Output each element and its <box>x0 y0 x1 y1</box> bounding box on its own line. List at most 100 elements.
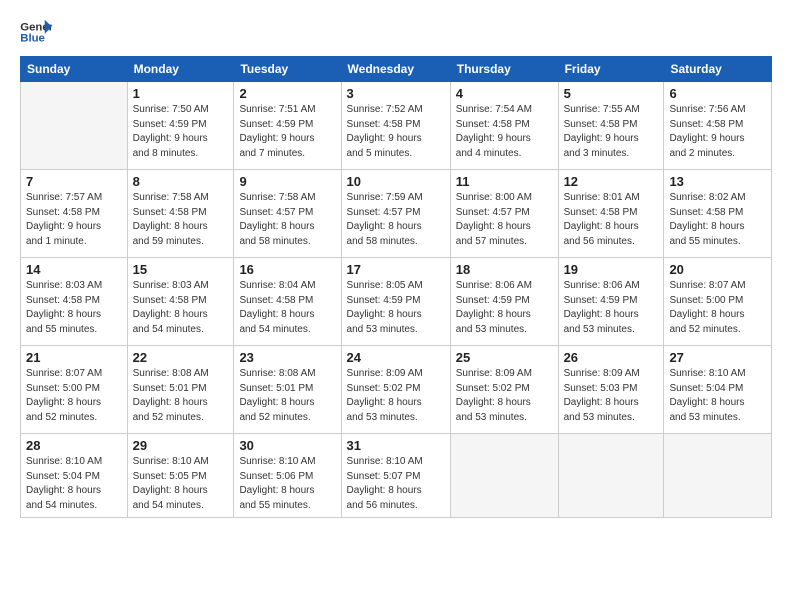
day-info: Sunrise: 8:06 AM Sunset: 4:59 PM Dayligh… <box>456 279 553 337</box>
calendar-cell <box>450 434 558 518</box>
calendar-cell <box>558 434 664 518</box>
calendar-cell: 7Sunrise: 7:57 AM Sunset: 4:58 PM Daylig… <box>21 170 128 258</box>
week-row-5: 28Sunrise: 8:10 AM Sunset: 5:04 PM Dayli… <box>21 434 772 518</box>
calendar-cell: 9 Sunrise: 7:58 AM Sunset: 4:57 PM Daylig… <box>234 170 341 258</box>
day-info: Sunrise: 8:10 AM Sunset: 5:04 PM Dayligh… <box>26 455 122 513</box>
day-info: Sunrise: 7:54 AM Sunset: 4:58 PM Dayligh… <box>456 103 553 161</box>
weekday-header-sunday: Sunday <box>21 57 128 82</box>
day-number: 14 <box>26 262 122 277</box>
weekday-header-tuesday: Tuesday <box>234 57 341 82</box>
logo: General Blue <box>20 18 52 46</box>
weekday-header-saturday: Saturday <box>664 57 772 82</box>
day-info: Sunrise: 7:50 AM Sunset: 4:59 PM Dayligh… <box>133 103 229 161</box>
day-info: Sunrise: 8:01 AM Sunset: 4:58 PM Dayligh… <box>564 191 659 249</box>
day-number: 11 <box>456 174 553 189</box>
calendar-cell: 16 Sunrise: 8:04 AM Sunset: 4:58 PM Dayli… <box>234 258 341 346</box>
day-number: 4 <box>456 86 553 101</box>
day-info: Sunrise: 8:03 AM Sunset: 4:58 PM Dayligh… <box>26 279 122 337</box>
day-number: 5 <box>564 86 659 101</box>
header: General Blue <box>20 18 772 46</box>
day-info: Sunrise: 8:00 AM Sunset: 4:57 PM Dayligh… <box>456 191 553 249</box>
day-info: Sunrise: 8:02 AM Sunset: 4:58 PM Dayligh… <box>669 191 766 249</box>
day-number: 25 <box>456 350 553 365</box>
calendar-cell: 19 Sunrise: 8:06 AM Sunset: 4:59 PM Dayli… <box>558 258 664 346</box>
calendar-cell: 29 Sunrise: 8:10 AM Sunset: 5:05 PM Dayli… <box>127 434 234 518</box>
calendar-cell: 17 Sunrise: 8:05 AM Sunset: 4:59 PM Dayli… <box>341 258 450 346</box>
calendar-cell: 15 Sunrise: 8:03 AM Sunset: 4:58 PM Dayli… <box>127 258 234 346</box>
day-number: 17 <box>347 262 445 277</box>
day-number: 15 <box>133 262 229 277</box>
day-info: Sunrise: 8:05 AM Sunset: 4:59 PM Dayligh… <box>347 279 445 337</box>
day-info: Sunrise: 8:10 AM Sunset: 5:05 PM Dayligh… <box>133 455 229 513</box>
calendar-cell: 21 Sunrise: 8:07 AM Sunset: 5:00 PM Dayli… <box>21 346 128 434</box>
calendar-cell: 20 Sunrise: 8:07 AM Sunset: 5:00 PM Dayli… <box>664 258 772 346</box>
day-number: 16 <box>239 262 335 277</box>
calendar-cell <box>664 434 772 518</box>
day-number: 19 <box>564 262 659 277</box>
day-info: Sunrise: 8:09 AM Sunset: 5:02 PM Dayligh… <box>347 367 445 425</box>
day-number: 31 <box>347 438 445 453</box>
day-info: Sunrise: 8:10 AM Sunset: 5:04 PM Dayligh… <box>669 367 766 425</box>
day-info: Sunrise: 8:06 AM Sunset: 4:59 PM Dayligh… <box>564 279 659 337</box>
day-info: Sunrise: 8:04 AM Sunset: 4:58 PM Dayligh… <box>239 279 335 337</box>
calendar-cell: 18 Sunrise: 8:06 AM Sunset: 4:59 PM Dayli… <box>450 258 558 346</box>
calendar-cell: 27 Sunrise: 8:10 AM Sunset: 5:04 PM Dayli… <box>664 346 772 434</box>
week-row-1: 1 Sunrise: 7:50 AM Sunset: 4:59 PM Daylig… <box>21 82 772 170</box>
day-info: Sunrise: 7:59 AM Sunset: 4:57 PM Dayligh… <box>347 191 445 249</box>
day-info: Sunrise: 8:07 AM Sunset: 5:00 PM Dayligh… <box>669 279 766 337</box>
day-number: 27 <box>669 350 766 365</box>
calendar-cell: 12Sunrise: 8:01 AM Sunset: 4:58 PM Dayli… <box>558 170 664 258</box>
day-number: 8 <box>133 174 229 189</box>
calendar-cell: 30Sunrise: 8:10 AM Sunset: 5:06 PM Dayli… <box>234 434 341 518</box>
logo-icon: General Blue <box>20 18 52 46</box>
day-info: Sunrise: 8:09 AM Sunset: 5:02 PM Dayligh… <box>456 367 553 425</box>
calendar-cell: 14 Sunrise: 8:03 AM Sunset: 4:58 PM Dayli… <box>21 258 128 346</box>
calendar-cell: 25 Sunrise: 8:09 AM Sunset: 5:02 PM Dayli… <box>450 346 558 434</box>
week-row-3: 14 Sunrise: 8:03 AM Sunset: 4:58 PM Dayli… <box>21 258 772 346</box>
weekday-header-thursday: Thursday <box>450 57 558 82</box>
day-number: 1 <box>133 86 229 101</box>
calendar-cell: 26Sunrise: 8:09 AM Sunset: 5:03 PM Dayli… <box>558 346 664 434</box>
day-number: 29 <box>133 438 229 453</box>
day-info: Sunrise: 8:08 AM Sunset: 5:01 PM Dayligh… <box>133 367 229 425</box>
day-info: Sunrise: 7:58 AM Sunset: 4:57 PM Dayligh… <box>239 191 335 249</box>
page: General Blue SundayMondayTuesdayWednesda… <box>0 0 792 612</box>
day-info: Sunrise: 8:03 AM Sunset: 4:58 PM Dayligh… <box>133 279 229 337</box>
day-info: Sunrise: 8:09 AM Sunset: 5:03 PM Dayligh… <box>564 367 659 425</box>
day-number: 3 <box>347 86 445 101</box>
day-info: Sunrise: 8:10 AM Sunset: 5:06 PM Dayligh… <box>239 455 335 513</box>
calendar-cell: 10 Sunrise: 7:59 AM Sunset: 4:57 PM Dayli… <box>341 170 450 258</box>
day-info: Sunrise: 7:57 AM Sunset: 4:58 PM Dayligh… <box>26 191 122 249</box>
calendar-cell: 8 Sunrise: 7:58 AM Sunset: 4:58 PM Daylig… <box>127 170 234 258</box>
day-number: 22 <box>133 350 229 365</box>
calendar-cell: 5Sunrise: 7:55 AM Sunset: 4:58 PM Daylig… <box>558 82 664 170</box>
day-info: Sunrise: 8:07 AM Sunset: 5:00 PM Dayligh… <box>26 367 122 425</box>
day-number: 13 <box>669 174 766 189</box>
day-number: 2 <box>239 86 335 101</box>
weekday-header-friday: Friday <box>558 57 664 82</box>
day-info: Sunrise: 8:10 AM Sunset: 5:07 PM Dayligh… <box>347 455 445 513</box>
day-number: 9 <box>239 174 335 189</box>
calendar-cell: 11 Sunrise: 8:00 AM Sunset: 4:57 PM Dayli… <box>450 170 558 258</box>
calendar-cell: 3 Sunrise: 7:52 AM Sunset: 4:58 PM Daylig… <box>341 82 450 170</box>
day-number: 21 <box>26 350 122 365</box>
week-row-2: 7Sunrise: 7:57 AM Sunset: 4:58 PM Daylig… <box>21 170 772 258</box>
calendar-cell: 23 Sunrise: 8:08 AM Sunset: 5:01 PM Dayli… <box>234 346 341 434</box>
svg-text:Blue: Blue <box>20 33 45 45</box>
calendar-cell: 22 Sunrise: 8:08 AM Sunset: 5:01 PM Dayli… <box>127 346 234 434</box>
calendar-cell: 31 Sunrise: 8:10 AM Sunset: 5:07 PM Dayli… <box>341 434 450 518</box>
calendar-cell: 2Sunrise: 7:51 AM Sunset: 4:59 PM Daylig… <box>234 82 341 170</box>
day-info: Sunrise: 7:52 AM Sunset: 4:58 PM Dayligh… <box>347 103 445 161</box>
calendar-cell: 13 Sunrise: 8:02 AM Sunset: 4:58 PM Dayli… <box>664 170 772 258</box>
day-number: 10 <box>347 174 445 189</box>
day-number: 23 <box>239 350 335 365</box>
calendar-cell: 6Sunrise: 7:56 AM Sunset: 4:58 PM Daylig… <box>664 82 772 170</box>
day-info: Sunrise: 8:08 AM Sunset: 5:01 PM Dayligh… <box>239 367 335 425</box>
day-info: Sunrise: 7:58 AM Sunset: 4:58 PM Dayligh… <box>133 191 229 249</box>
calendar-cell: 24Sunrise: 8:09 AM Sunset: 5:02 PM Dayli… <box>341 346 450 434</box>
weekday-header-monday: Monday <box>127 57 234 82</box>
calendar-cell: 1 Sunrise: 7:50 AM Sunset: 4:59 PM Daylig… <box>127 82 234 170</box>
day-number: 20 <box>669 262 766 277</box>
calendar-cell <box>21 82 128 170</box>
day-number: 18 <box>456 262 553 277</box>
